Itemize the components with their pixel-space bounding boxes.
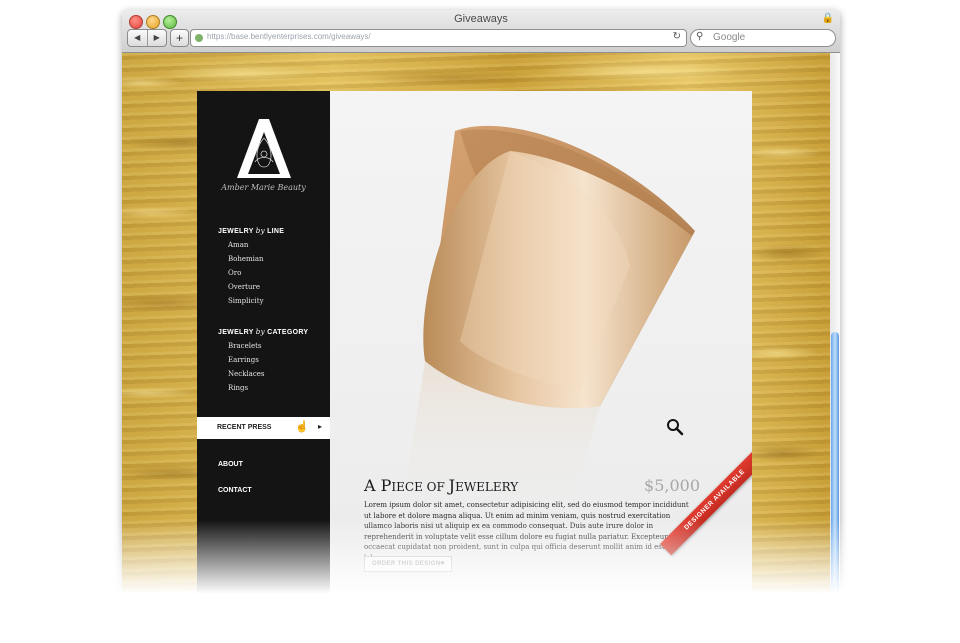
product-description: Lorem ipsum dolor sit amet, consectetur … xyxy=(364,501,689,562)
sidebar: Amber Marie Beauty JEWELRY by LINE Aman … xyxy=(197,91,330,600)
nav-item-contact[interactable]: CONTACT xyxy=(218,487,252,494)
nav-link-rings[interactable]: Rings xyxy=(228,384,248,392)
nav-link-aman[interactable]: Aman xyxy=(228,241,248,249)
browser-window: Giveaways 🔒 ◀ ▶ + https://base.bentlyent… xyxy=(122,10,840,600)
product-price: $5,000 xyxy=(644,476,700,495)
nav-heading-line: JEWELRY by LINE xyxy=(218,227,285,235)
recent-press-label: RECENT PRESS xyxy=(217,424,272,431)
search-placeholder: Google xyxy=(713,32,746,43)
product-panel: A PIECE OF JEWELERY $5,000 Lorem ipsum d… xyxy=(330,91,752,600)
address-bar[interactable]: https://base.bentlyenterprises.com/givea… xyxy=(190,29,687,47)
nav-link-oro[interactable]: Oro xyxy=(228,269,241,277)
search-icon: ⚲ xyxy=(696,31,704,42)
nav-link-bracelets[interactable]: Bracelets xyxy=(228,342,262,350)
search-field[interactable]: ⚲ Google xyxy=(690,29,836,47)
url-text[interactable]: https://base.bentlyenterprises.com/givea… xyxy=(207,32,371,41)
forward-button[interactable]: ▶ xyxy=(148,30,167,46)
scrollbar-thumb[interactable] xyxy=(831,332,839,600)
nav-link-bohemian[interactable]: Bohemian xyxy=(228,255,264,263)
back-button[interactable]: ◀ xyxy=(128,30,148,46)
zoom-magnifier-icon[interactable] xyxy=(666,418,684,436)
window-title: Giveaways xyxy=(454,13,508,25)
back-forward-buttons: ◀ ▶ xyxy=(127,29,167,47)
order-this-design-button[interactable]: ORDER THIS DESIGN ➜ xyxy=(364,556,452,572)
nav-link-simplicity[interactable]: Simplicity xyxy=(228,297,264,305)
brand-logo-icon[interactable] xyxy=(231,116,297,182)
reload-icon[interactable]: ↻ xyxy=(673,31,681,42)
nav-link-necklaces[interactable]: Necklaces xyxy=(228,370,265,378)
lock-icon: 🔒 xyxy=(821,13,834,24)
nav-item-about[interactable]: ABOUT xyxy=(218,461,243,468)
nav-heading-category: JEWELRY by CATEGORY xyxy=(218,328,309,336)
chevron-right-icon: ▸ xyxy=(317,422,322,431)
nav-link-earrings[interactable]: Earrings xyxy=(228,356,259,364)
page-viewport: Amber Marie Beauty JEWELRY by LINE Aman … xyxy=(122,53,830,600)
add-bookmark-button[interactable]: + xyxy=(170,29,189,47)
brand-signature: Amber Marie Beauty xyxy=(221,183,306,192)
site-favicon-icon xyxy=(195,34,203,42)
browser-toolbar: Giveaways 🔒 ◀ ▶ + https://base.bentlyent… xyxy=(122,10,840,53)
hand-cursor-icon: ☝ xyxy=(295,421,309,433)
product-title: A PIECE OF JEWELERY xyxy=(364,476,519,495)
nav-link-overture[interactable]: Overture xyxy=(228,283,260,291)
arrow-right-icon: ➜ xyxy=(438,560,445,567)
nav-item-recent-press[interactable]: RECENT PRESS ☝ ▸ xyxy=(197,417,330,439)
